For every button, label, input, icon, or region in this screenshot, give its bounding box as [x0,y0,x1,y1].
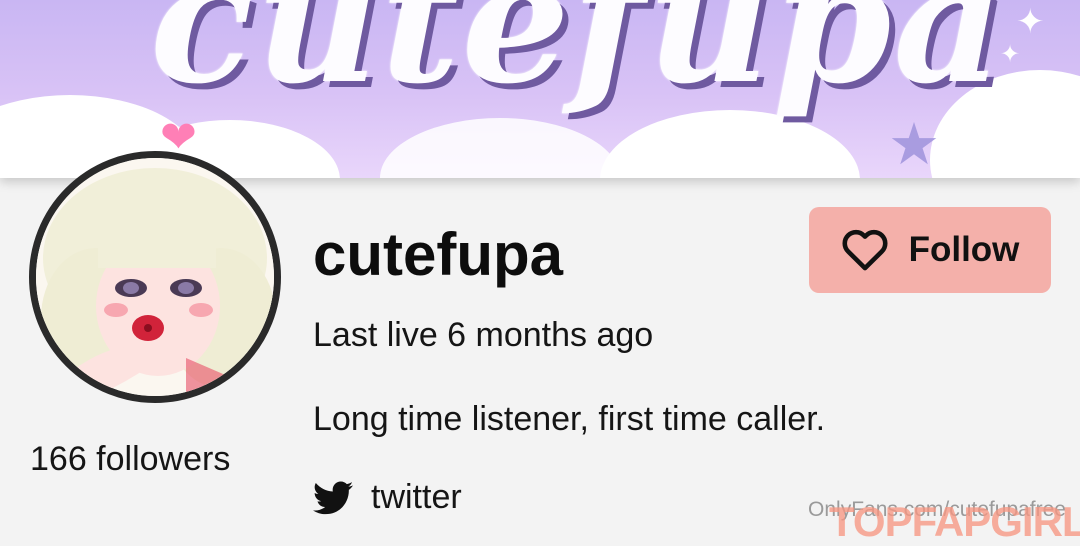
sparkle-icon: ✦ [1016,3,1045,41]
banner-title: cutefupa [150,0,1006,122]
heart-outline-icon [842,229,888,271]
cloud-decoration [380,118,620,178]
watermark-brand: TOPFAPGIRLS [829,498,1080,545]
last-live-status: Last live 6 months ago [313,316,654,354]
profile-bio: Long time listener, first time caller. [313,400,826,438]
avatar[interactable] [29,151,281,403]
sparkle-icon: ✦ [1000,41,1021,68]
profile-username: cutefupa [313,221,564,288]
twitter-bird-icon [313,481,353,514]
followers-count: 166 followers [30,440,231,478]
follow-button[interactable]: Follow [809,207,1051,293]
follow-label: Follow [908,230,1020,269]
star-icon: ★ [888,112,940,177]
twitter-link[interactable]: twitter [313,478,462,517]
twitter-label: twitter [371,478,462,516]
avatar-illustration [36,158,274,396]
